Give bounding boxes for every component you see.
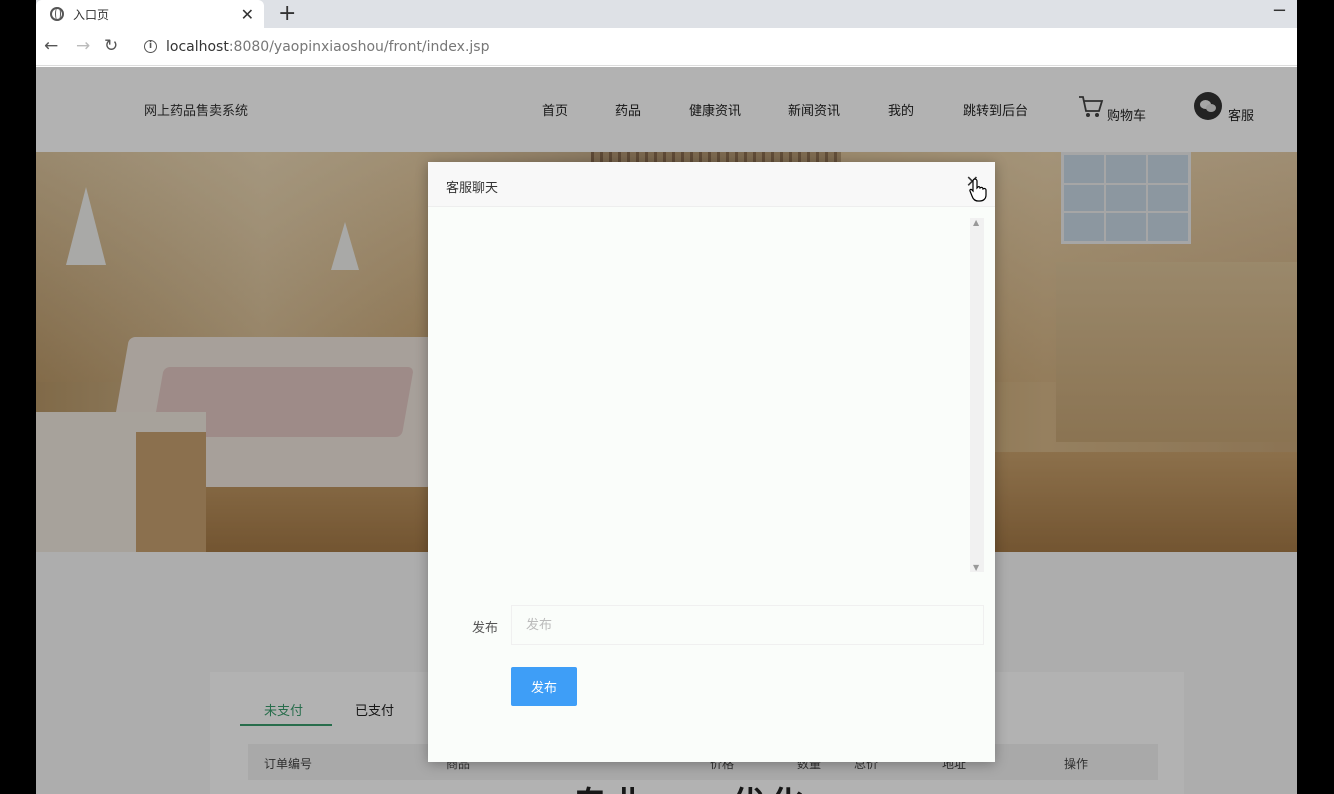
chat-messages [428,208,995,583]
address-bar[interactable]: localhost:8080/yaopinxiaoshou/front/inde… [166,39,489,55]
message-input[interactable] [511,605,984,645]
dialog-title: 客服聊天 [446,181,499,196]
dialog-header: 客服聊天 ✕ [428,162,995,207]
chat-dialog: 客服聊天 ✕ ▲ ▼ 发布 发布 [428,162,995,762]
browser-tab[interactable]: 入口页 ✕ [36,0,264,28]
message-label: 发布 [472,621,499,636]
forward-icon[interactable]: → [76,36,90,56]
close-tab-icon[interactable]: ✕ [241,5,254,24]
scroll-up-icon[interactable]: ▲ [973,218,979,227]
reload-icon[interactable]: ↻ [104,36,118,56]
tab-strip: 入口页 ✕ + − [36,0,1297,28]
hand-cursor-icon [969,178,987,202]
globe-icon [50,7,64,21]
minimize-button[interactable]: − [1272,0,1287,21]
tab-title: 入口页 [73,7,110,22]
address-toolbar: ← → ↻ i localhost:8080/yaopinxiaoshou/fr… [36,28,1297,66]
browser-window: 入口页 ✕ + − ← → ↻ i localhost:8080/yaopinx… [36,0,1297,794]
url-path: :8080/yaopinxiaoshou/front/index.jsp [228,39,490,55]
new-tab-button[interactable]: + [278,1,296,26]
scroll-down-icon[interactable]: ▼ [973,563,979,572]
chat-scrollbar[interactable]: ▲ ▼ [970,218,984,572]
info-icon[interactable]: i [144,40,157,53]
send-button[interactable]: 发布 [511,667,577,706]
url-host: localhost [166,39,229,55]
back-icon[interactable]: ← [44,36,58,56]
